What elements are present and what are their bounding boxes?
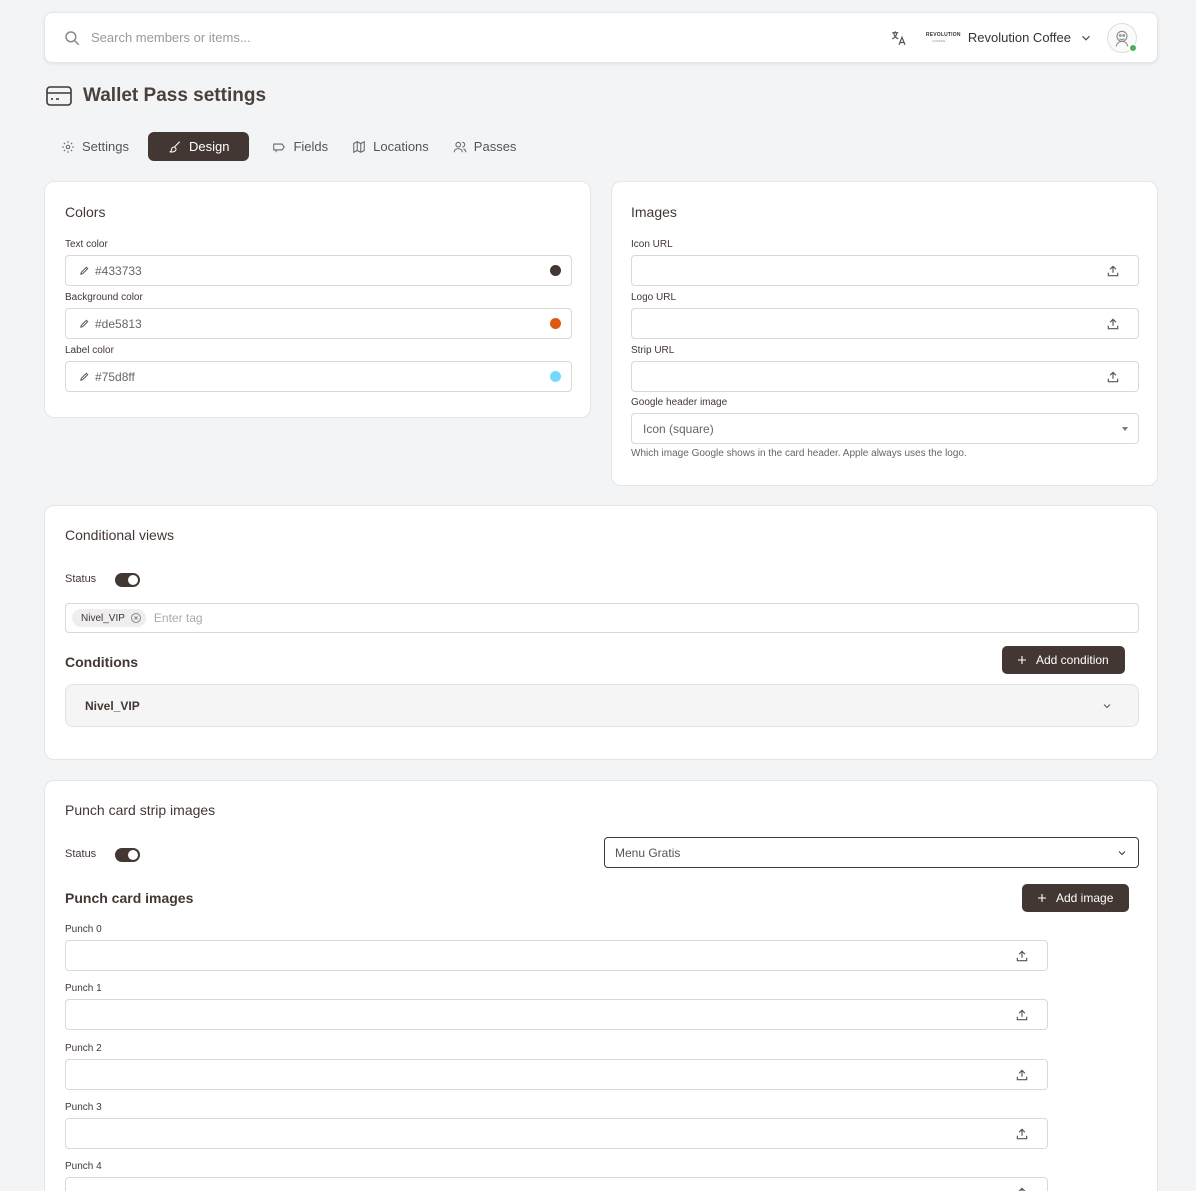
upload-icon[interactable] — [1106, 317, 1120, 331]
plus-icon — [1018, 656, 1026, 664]
tag-icon — [273, 143, 286, 152]
pen-icon — [80, 319, 89, 328]
gear-icon — [62, 140, 74, 153]
punch-1-label: Punch 1 — [65, 983, 102, 994]
punch-card-title: Punch card strip images — [65, 802, 216, 818]
org-name[interactable]: Revolution Coffee — [968, 30, 1071, 45]
punch-2-input[interactable] — [65, 1059, 1048, 1090]
punch-card-card: Punch card strip images Status Menu Grat… — [44, 780, 1158, 1191]
upload-icon[interactable] — [1015, 1008, 1029, 1022]
background-color-swatch[interactable] — [550, 318, 561, 329]
pen-icon — [80, 266, 89, 275]
google-header-helper: Which image Google shows in the card hea… — [631, 448, 967, 459]
add-condition-button[interactable]: Add condition — [1002, 646, 1125, 674]
map-icon — [353, 140, 365, 153]
upload-icon[interactable] — [1015, 1068, 1029, 1082]
tab-locations[interactable]: Locations — [343, 132, 438, 161]
online-status-dot — [1129, 43, 1137, 52]
caret-down-icon — [1122, 426, 1128, 431]
chevron-down-icon — [1118, 850, 1126, 855]
pen-icon — [80, 372, 89, 381]
tab-fields[interactable]: Fields — [263, 132, 337, 161]
label-color-label: Label color — [65, 345, 114, 356]
conditional-views-title: Conditional views — [65, 527, 174, 543]
reward-select[interactable]: Menu Gratis — [604, 837, 1139, 868]
label-color-input[interactable]: #75d8ff — [65, 361, 572, 392]
background-color-input[interactable]: #de5813 — [65, 308, 572, 339]
punch-status-label: Status — [65, 848, 97, 860]
label-color-swatch[interactable] — [550, 371, 561, 382]
plus-icon — [1038, 894, 1046, 902]
search-icon — [65, 30, 80, 45]
tab-passes[interactable]: Passes — [444, 132, 526, 161]
conditional-views-card: Conditional views Status Nivel_VIP Enter… — [44, 505, 1158, 760]
tab-bar: Settings Design Fields Locations Passes — [52, 132, 531, 161]
background-color-label: Background color — [65, 292, 143, 303]
images-title: Images — [631, 204, 677, 220]
tab-settings[interactable]: Settings — [52, 132, 138, 161]
upload-icon[interactable] — [1015, 1127, 1029, 1141]
google-header-label: Google header image — [631, 397, 728, 408]
strip-url-label: Strip URL — [631, 345, 675, 356]
punch-0-input[interactable] — [65, 940, 1048, 971]
tag-chip: Nivel_VIP — [72, 609, 146, 627]
brush-icon — [169, 140, 181, 153]
punch-4-label: Punch 4 — [65, 1161, 102, 1172]
top-bar: REVOLUTION COFFEE Revolution Coffee — [44, 12, 1158, 63]
page-header: Wallet Pass settings — [46, 84, 266, 108]
page-title: Wallet Pass settings — [83, 85, 267, 106]
punch-1-input[interactable] — [65, 999, 1048, 1030]
wallet-card-icon — [46, 86, 72, 106]
tab-design[interactable]: Design — [147, 132, 250, 161]
icon-url-label: Icon URL — [631, 239, 673, 250]
conditional-status-toggle[interactable] — [115, 573, 140, 587]
colors-card: Colors Text color #433733 Background col… — [44, 181, 591, 418]
punch-0-label: Punch 0 — [65, 924, 102, 935]
conditional-status-label: Status — [65, 573, 97, 585]
upload-icon[interactable] — [1106, 264, 1120, 278]
google-header-select[interactable]: Icon (square) — [631, 413, 1139, 444]
text-color-swatch[interactable] — [550, 265, 561, 276]
logo-url-label: Logo URL — [631, 292, 677, 303]
punch-2-label: Punch 2 — [65, 1043, 102, 1054]
text-color-input[interactable]: #433733 — [65, 255, 572, 286]
punch-3-label: Punch 3 — [65, 1102, 102, 1113]
search-input[interactable] — [91, 30, 491, 45]
upload-icon[interactable] — [1106, 370, 1120, 384]
add-image-button[interactable]: Add image — [1022, 884, 1130, 912]
tag-input-placeholder: Enter tag — [153, 611, 203, 625]
icon-url-input[interactable] — [631, 255, 1139, 286]
colors-title: Colors — [65, 204, 106, 220]
strip-url-input[interactable] — [631, 361, 1139, 392]
brand-logo: REVOLUTION COFFEE — [925, 31, 961, 43]
tag-input[interactable]: Nivel_VIP Enter tag — [65, 603, 1139, 633]
chevron-down-icon — [1103, 703, 1111, 708]
punch-images-heading: Punch card images — [65, 890, 194, 906]
conditions-heading: Conditions — [65, 654, 139, 670]
images-card: Images Icon URL Logo URL Strip URL Googl… — [611, 181, 1158, 486]
remove-tag-icon[interactable] — [130, 612, 142, 624]
upload-icon[interactable] — [1015, 949, 1029, 963]
logo-url-input[interactable] — [631, 308, 1139, 339]
punch-3-input[interactable] — [65, 1118, 1048, 1149]
text-color-label: Text color — [65, 239, 108, 250]
chevron-down-icon[interactable] — [1079, 31, 1093, 45]
translate-icon[interactable] — [890, 29, 908, 47]
punch-4-input[interactable] — [65, 1177, 1048, 1191]
condition-accordion-item[interactable]: Nivel_VIP — [65, 684, 1139, 727]
punch-status-toggle[interactable] — [115, 848, 140, 862]
avatar[interactable] — [1107, 22, 1137, 53]
upload-icon[interactable] — [1015, 1186, 1029, 1191]
users-icon — [453, 141, 467, 152]
